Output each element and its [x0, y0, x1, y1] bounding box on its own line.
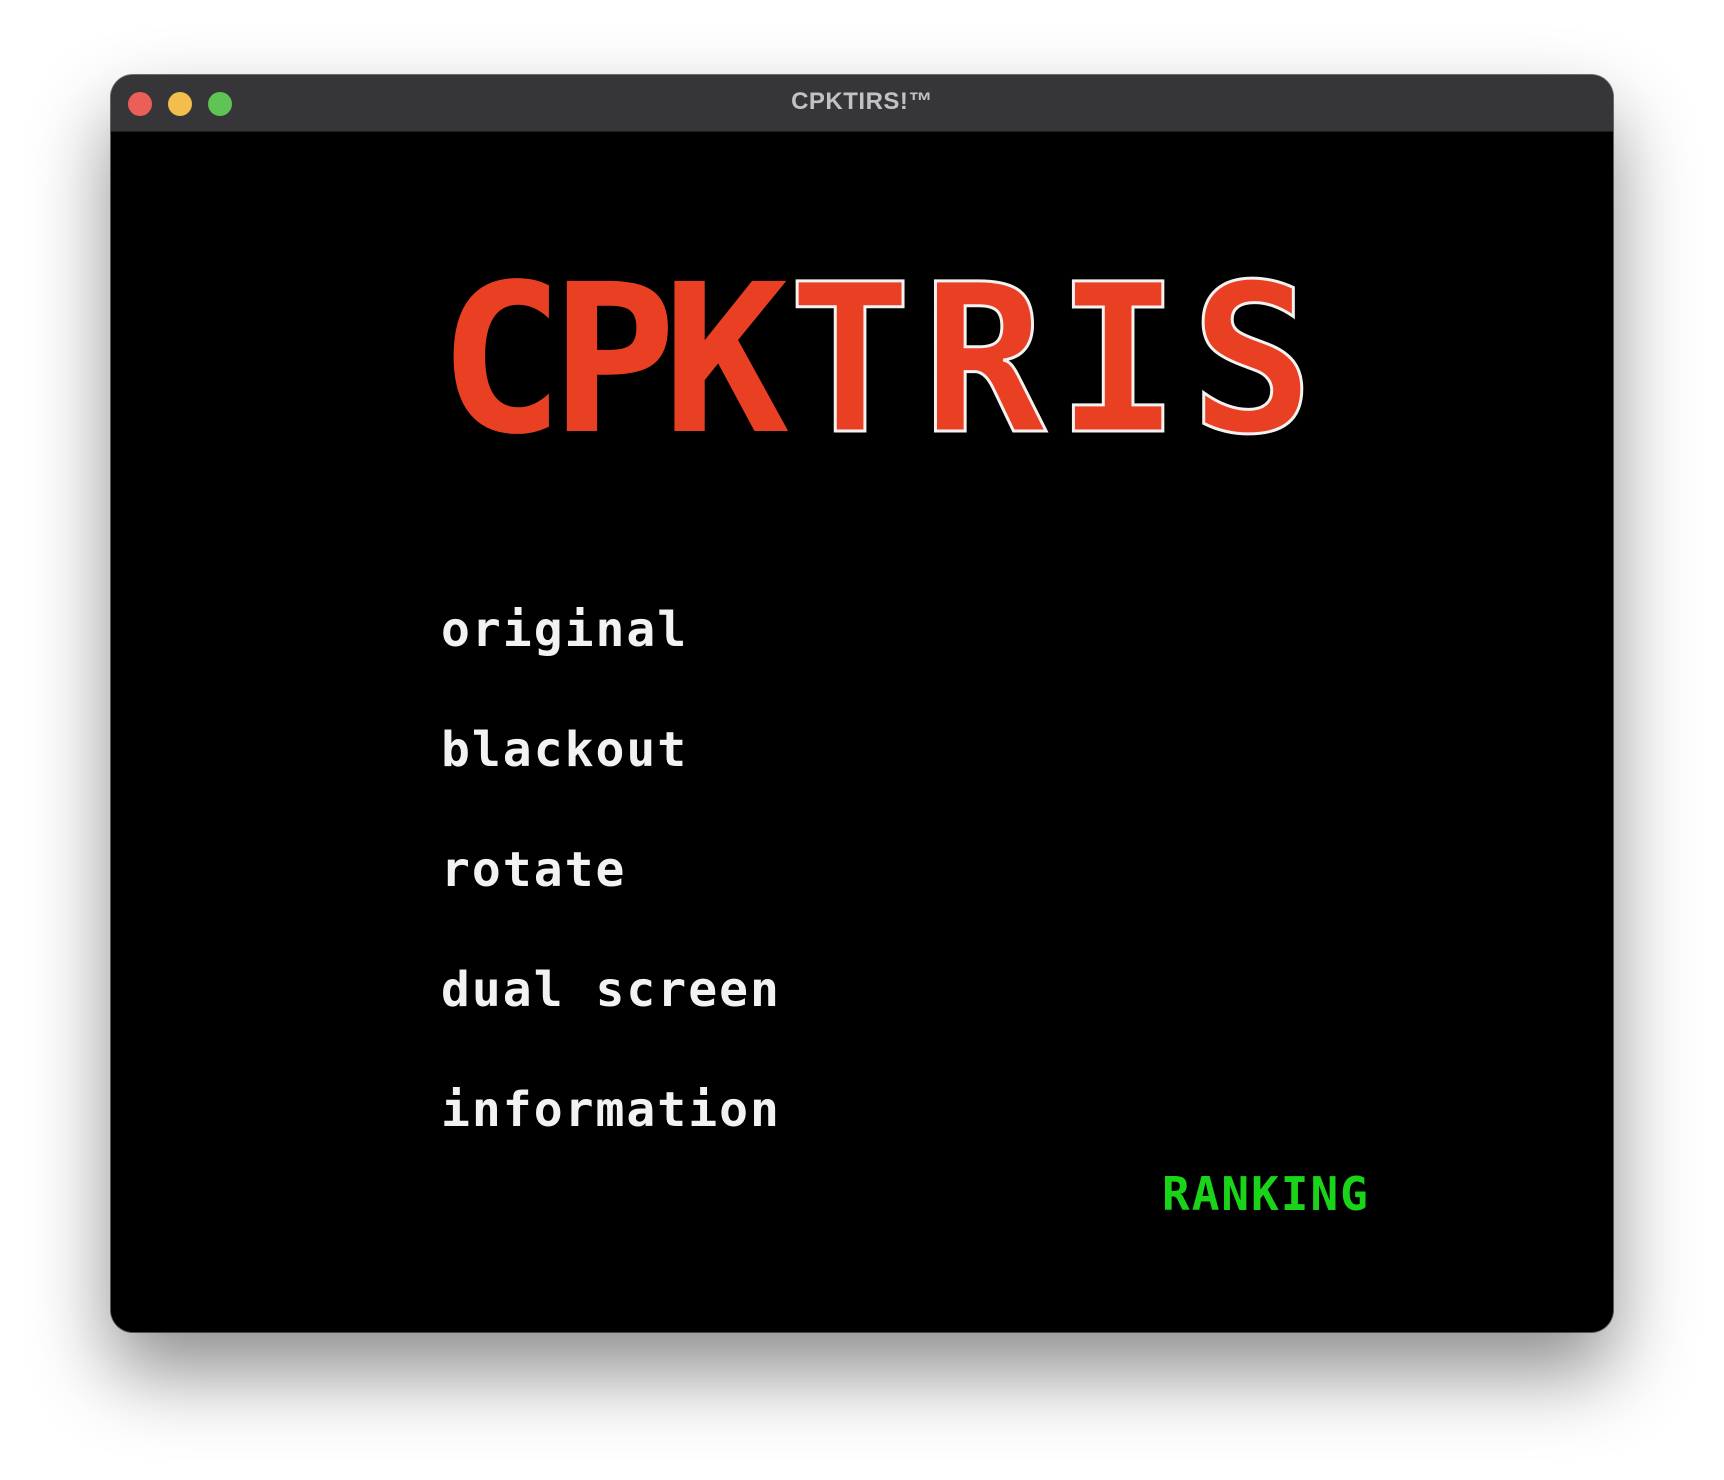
- ranking-button[interactable]: RANKING: [1162, 1168, 1370, 1220]
- logo-text-solid: CPK: [438, 240, 789, 480]
- window-title: CPKTIRS!™: [791, 88, 933, 115]
- menu-item-dual-screen[interactable]: dual screen: [441, 962, 1041, 1082]
- menu-item-rotate[interactable]: rotate: [441, 842, 1041, 962]
- game-screen: CPKTRIS original blackout rotate dual sc…: [111, 132, 1613, 1332]
- game-logo: CPKTRIS: [438, 240, 1325, 480]
- logo-text-outlined: TRIS: [787, 240, 1325, 480]
- main-menu: original blackout rotate dual screen inf…: [441, 602, 1041, 1202]
- menu-item-original[interactable]: original: [441, 602, 1041, 722]
- app-window: CPKTIRS!™ CPKTRIS original blackout rota…: [111, 75, 1613, 1332]
- menu-item-blackout[interactable]: blackout: [441, 722, 1041, 842]
- title-bar[interactable]: CPKTIRS!™: [111, 75, 1613, 132]
- menu-item-information[interactable]: information: [441, 1082, 1041, 1202]
